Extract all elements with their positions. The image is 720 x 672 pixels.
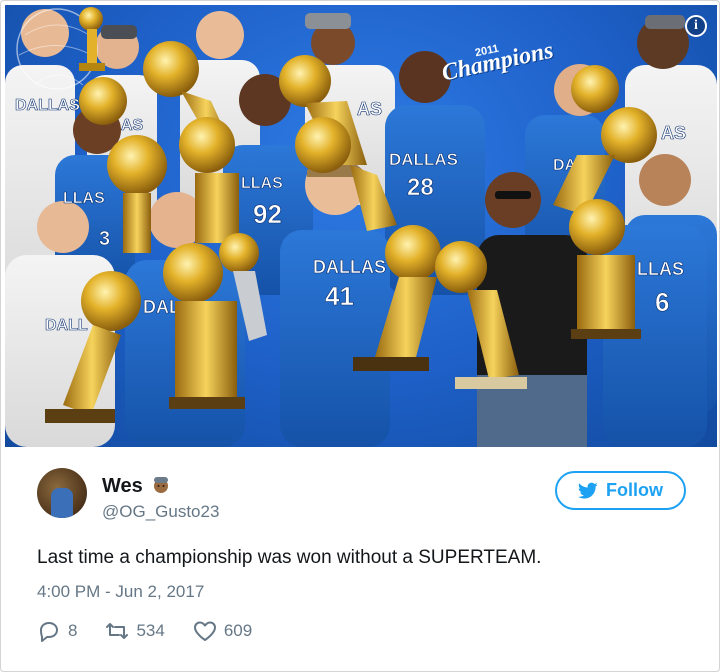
jersey-text: DAL <box>143 297 180 317</box>
champions-logo <box>16 7 105 90</box>
info-icon[interactable]: i <box>685 15 707 37</box>
heart-icon <box>193 621 216 641</box>
jersey-text: DALL <box>45 317 88 334</box>
embedded-tweet-card: DALLAS AS AS AS LLAS 3 LLAS 92 DALLAS 28… <box>0 0 720 672</box>
jersey-text: DALLAS <box>15 97 80 114</box>
reply-button[interactable]: 8 <box>37 620 77 642</box>
person-emoji-icon <box>154 477 168 493</box>
follow-button-label: Follow <box>606 480 663 500</box>
follow-button[interactable]: Follow <box>555 471 686 510</box>
jersey-number: 92 <box>253 199 282 229</box>
display-name[interactable]: Wes <box>102 475 143 498</box>
avatar[interactable] <box>37 468 87 518</box>
tweet-body: Wes @OG_Gusto23 Follow Last time a champ… <box>1 447 719 671</box>
jersey-text: AS <box>357 99 382 119</box>
jersey-text: LLAS <box>241 175 283 192</box>
tweet-timestamp[interactable]: 4:00 PM - Jun 2, 2017 <box>37 582 204 602</box>
jersey-text: DALLAS <box>313 257 386 277</box>
retweet-button[interactable]: 534 <box>105 620 165 642</box>
jersey-number: 6 <box>655 287 669 317</box>
tweet-photo[interactable]: DALLAS AS AS AS LLAS 3 LLAS 92 DALLAS 28… <box>5 5 717 447</box>
jersey-number: 28 <box>407 174 434 201</box>
jersey-text: LLAS <box>63 190 105 207</box>
reply-count: 8 <box>68 621 78 640</box>
retweet-icon <box>106 623 129 639</box>
jersey-text: LLAS <box>637 259 684 279</box>
jersey-text: DALLAS <box>389 150 458 169</box>
jersey-number: 41 <box>325 281 354 311</box>
jersey-text: AS <box>661 123 686 143</box>
like-count: 609 <box>223 621 253 640</box>
like-button[interactable]: 609 <box>193 620 252 642</box>
jersey-number: 3 <box>99 228 110 250</box>
retweet-count: 534 <box>136 621 165 640</box>
tweet-text: Last time a championship was won without… <box>37 547 542 568</box>
jersey-text: AS <box>121 117 144 134</box>
tweet-actions: 8 534 609 <box>37 619 280 643</box>
reply-icon <box>40 622 58 642</box>
user-handle[interactable]: @OG_Gusto23 <box>102 502 219 522</box>
twitter-bird-icon <box>578 482 598 498</box>
